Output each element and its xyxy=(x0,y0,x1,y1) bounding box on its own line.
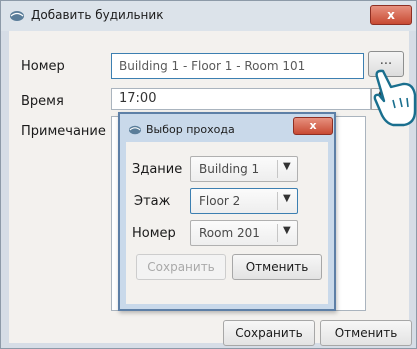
dialog-cancel-button[interactable]: Отменить xyxy=(232,254,322,280)
save-button[interactable]: Сохранить xyxy=(223,320,315,346)
dialog-close-button[interactable]: x xyxy=(293,117,333,135)
room-label: Номер xyxy=(132,226,176,241)
chevron-down-icon: ▼ xyxy=(283,161,291,172)
time-field[interactable]: 17:00 xyxy=(111,88,371,110)
time-label: Время xyxy=(21,94,64,109)
title-bar[interactable]: Добавить будильник x xyxy=(1,1,416,31)
floor-label: Этаж xyxy=(134,194,171,209)
dialog-title: Выбор прохода xyxy=(146,123,235,136)
chevron-down-icon: ▼ xyxy=(283,193,291,204)
dialog-body: Здание Building 1 ▼ Этаж Floor 2 ▼ Номер… xyxy=(126,142,328,304)
dialog-save-button[interactable]: Сохранить xyxy=(136,254,226,280)
close-button[interactable]: x xyxy=(370,5,412,25)
cancel-button[interactable]: Отменить xyxy=(320,320,412,346)
floor-value: Floor 2 xyxy=(199,194,241,208)
hand-cursor-icon xyxy=(373,69,417,127)
building-label: Здание xyxy=(132,162,183,177)
chevron-down-icon: ▼ xyxy=(283,225,291,236)
app-icon xyxy=(10,11,24,21)
dialog-app-icon xyxy=(129,125,141,135)
note-label: Примечание xyxy=(21,124,106,139)
room-value: Room 201 xyxy=(199,226,260,240)
add-alarm-window: Добавить будильник x Номер Building 1 - … xyxy=(0,0,417,349)
pass-select-dialog: Выбор прохода x Здание Building 1 ▼ Этаж… xyxy=(118,112,336,311)
number-label: Номер xyxy=(21,59,65,74)
building-value: Building 1 xyxy=(199,162,260,176)
window-title: Добавить будильник xyxy=(31,8,164,22)
floor-select[interactable]: Floor 2 ▼ xyxy=(190,188,298,214)
room-select[interactable]: Room 201 ▼ xyxy=(190,220,298,246)
building-select[interactable]: Building 1 ▼ xyxy=(190,156,298,182)
number-field[interactable]: Building 1 - Floor 1 - Room 101 xyxy=(111,53,364,79)
